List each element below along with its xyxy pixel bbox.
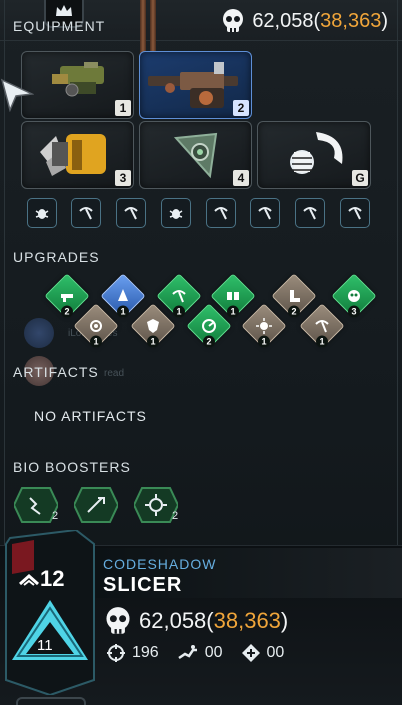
player-currency-main: 62,058: [139, 608, 207, 633]
player-level: 12: [18, 566, 64, 592]
slot-number: 1: [115, 100, 131, 116]
no-artifacts-text: NO ARTIFACTS: [34, 408, 147, 424]
ammo-upgrade-icon: [227, 292, 239, 300]
currency-paren-open: (: [313, 9, 321, 32]
next-player-cap: [16, 697, 86, 705]
pickaxe-upgrade-icon: [172, 290, 186, 303]
mod-slot-1[interactable]: [27, 198, 57, 228]
bio-booster-3[interactable]: 2: [132, 486, 180, 524]
slot-number: 3: [115, 170, 131, 186]
pickaxe-mod-icon: [348, 207, 362, 220]
upgrade-count: 1: [316, 335, 328, 348]
rank-chevron-icon: [19, 573, 39, 586]
player-class: CODESHADOW: [103, 556, 217, 572]
loadout-screen: EQUIPMENT 62,058(38,363) 1 2 3 4 G UPGRA…: [0, 0, 402, 705]
equipment-slot-2[interactable]: 2: [139, 51, 252, 119]
gun-upgrade-icon: [61, 294, 73, 302]
upgrade-count: 1: [90, 335, 102, 348]
bug-mod-icon: [35, 209, 49, 219]
stat-run-value: 00: [204, 644, 223, 661]
player-currency-paren-open: (: [206, 608, 214, 633]
pickaxe-mod-icon: [79, 207, 93, 220]
equipment-title: EQUIPMENT: [13, 18, 106, 34]
slot-number: 2: [233, 100, 249, 116]
mod-slot-7[interactable]: [295, 198, 325, 228]
stat-heal-value: 00: [266, 644, 285, 661]
upgrade-count: 1: [227, 305, 239, 318]
pickaxe-mod-icon: [258, 207, 272, 220]
gear-upgrade-icon: [90, 320, 102, 332]
slot-number: G: [352, 170, 368, 186]
sun-upgrade-icon: [256, 318, 272, 334]
medkit-icon: [241, 644, 260, 662]
stat-heal: 00: [241, 643, 285, 663]
upgrade-count: 1: [258, 335, 270, 348]
pickaxe-mod-icon: [124, 207, 138, 220]
upgrade-count: 3: [348, 305, 360, 318]
crosshair-icon: [107, 644, 125, 662]
slot-number: 4: [233, 170, 249, 186]
currency-paren-close: ): [381, 9, 388, 32]
upgrade-count: 1: [173, 305, 185, 318]
stat-accuracy-value: 196: [132, 644, 159, 661]
equipment-slot-grenade[interactable]: G: [257, 121, 371, 189]
currency-main: 62,058: [252, 9, 314, 32]
ghost-text-2: read: [104, 368, 125, 379]
player-stats: 196 00 00: [106, 643, 302, 663]
currency-secondary: 38,363: [320, 9, 382, 32]
pickaxe-upgrade-icon: [315, 320, 329, 333]
pickaxe-mod-icon: [214, 207, 228, 220]
equipment-slot-3[interactable]: 3: [21, 121, 134, 189]
boot-upgrade-icon: [290, 290, 300, 302]
running-icon: [178, 645, 197, 660]
upgrade-count: 2: [203, 335, 215, 348]
upgrade-count: 2: [288, 305, 300, 318]
equipment-slot-4[interactable]: 4: [139, 121, 252, 189]
bio-booster-2[interactable]: [72, 486, 120, 524]
player-name: SLICER: [103, 574, 183, 596]
upgrade-count: 2: [61, 305, 73, 318]
level-number: 12: [40, 566, 65, 591]
drill-upgrade-icon: [118, 289, 128, 301]
skull-currency-icon: [220, 8, 246, 34]
pickaxe-mod-icon: [303, 207, 317, 220]
stat-run: 00: [177, 644, 223, 662]
radar-upgrade-icon: [202, 319, 216, 333]
rank-number: 11: [37, 637, 53, 654]
bio-booster-shield-icon: [72, 487, 120, 523]
creature-upgrade-icon: [348, 290, 360, 302]
player-currency-secondary: 38,363: [213, 608, 281, 633]
upgrades-title: UPGRADES: [13, 249, 100, 265]
mod-slot-5[interactable]: [206, 198, 236, 228]
mod-slot-6[interactable]: [250, 198, 280, 228]
ghost-avatar-1: [24, 318, 54, 348]
player-currency: 62,058(38,363): [103, 606, 288, 636]
bio-booster-count: 2: [172, 510, 179, 522]
mod-slot-8[interactable]: [340, 198, 370, 228]
bio-booster-count: 2: [52, 510, 59, 522]
upgrade-count: 1: [147, 335, 159, 348]
bio-booster-1[interactable]: 2: [12, 486, 60, 524]
skull-currency-icon: [103, 606, 133, 636]
mod-slot-2[interactable]: [71, 198, 101, 228]
rank-shield-icon: [5, 530, 95, 695]
stat-accuracy: 196: [106, 643, 159, 663]
player-currency-paren-close: ): [280, 608, 289, 633]
upgrade-count: 1: [117, 305, 129, 318]
bio-boosters-title: BIO BOOSTERS: [13, 459, 131, 475]
currency-display: 62,058(38,363): [220, 8, 388, 34]
equipment-slot-1[interactable]: 1: [21, 51, 134, 119]
artifacts-title: ARTIFACTS: [13, 364, 99, 380]
shield-upgrade-icon: [147, 319, 159, 333]
cursor-arrow-icon: [0, 78, 34, 112]
mod-slot-3[interactable]: [116, 198, 146, 228]
bug-mod-icon: [169, 209, 183, 219]
mod-slot-4[interactable]: [161, 198, 191, 228]
